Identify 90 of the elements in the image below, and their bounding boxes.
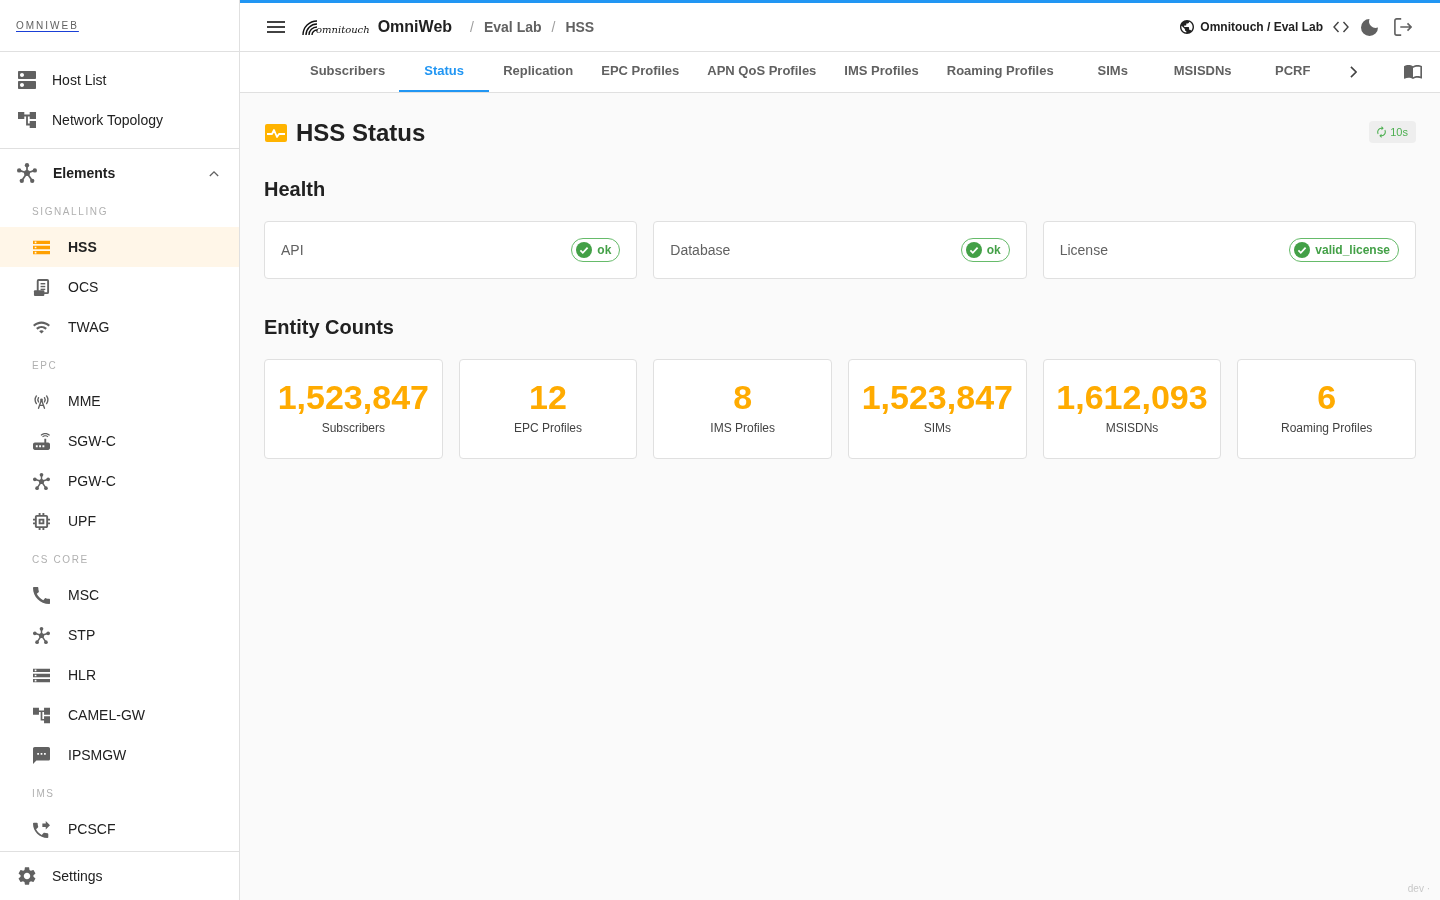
tab[interactable]: APN QoS Profiles [693,52,831,92]
nav-item[interactable]: HLR [0,655,239,695]
stat-value: 8 [733,376,753,417]
status-text: ok [986,242,1001,258]
receipt-icon [33,278,50,296]
status-text: valid_license [1315,242,1390,258]
globe-icon [1180,20,1195,34]
stat-value: 12 [529,376,567,417]
storage-icon [33,666,50,684]
nav-item[interactable]: Host List [0,60,239,100]
stat-label: EPC Profiles [513,419,582,436]
breadcrumb-separator: / [470,18,474,37]
nav-item[interactable]: HSS [0,227,239,267]
section-heading: Health [264,177,327,202]
menu-icon [267,21,285,33]
nav-item[interactable]: OCS [0,267,239,307]
breadcrumb-link[interactable]: Eval Lab [483,17,542,37]
status-text: ok [597,242,612,258]
hierarchy-icon [18,111,36,129]
antenna-icon [33,392,50,410]
brand-link[interactable]: OMNIWEB [16,18,79,33]
section-label: IMS [32,787,56,801]
health-label: API [281,241,304,260]
logo-text: omnitouch [316,25,370,35]
storage-icon [33,238,50,256]
stat-label: Roaming Profiles [1280,419,1373,436]
pulse-icon [265,124,287,142]
chevron-right-icon [1350,66,1358,78]
phone-icon [33,586,50,604]
nav-item[interactable]: MSC [0,575,239,615]
stat-label: Subscribers [321,419,385,436]
hierarchy-icon [33,706,50,724]
chat-bubble-icon [33,746,50,764]
tab[interactable]: IMS Profiles [830,52,933,92]
nav-group-header[interactable]: Elements [0,153,239,193]
app-title: OmniWeb [377,17,453,37]
section-heading: Entity Counts [264,315,395,340]
section-label: CS CORE [32,553,90,567]
stat-label: SIMs [923,419,951,436]
nav-item[interactable]: PCSCF [0,809,239,849]
tab[interactable]: Subscribers [296,52,400,92]
book-icon [1404,65,1422,79]
nav-item[interactable]: Settings [0,856,239,896]
code-button[interactable] [1333,21,1349,33]
section-label: SIGNALLING [32,205,110,219]
nav-item[interactable]: Network Topology [0,100,239,140]
tab[interactable]: Replication [489,52,588,92]
nav-item[interactable]: CAMEL-GW [0,695,239,735]
hub-icon [33,626,50,644]
hub-icon [17,163,37,183]
breadcrumb-link[interactable]: HSS [565,17,595,37]
stat-value: 1,523,847 [277,376,429,417]
nav-item[interactable]: PGW-C [0,461,239,501]
nav-item[interactable]: UPF [0,501,239,541]
breadcrumb-separator: / [551,18,556,37]
check-circle-icon [576,242,593,258]
stat-value: 1,523,847 [861,376,1013,417]
check-circle-icon [1294,242,1311,258]
tenant-selector[interactable]: Omnitouch / Eval Lab [1180,19,1323,35]
tab[interactable]: PCRF [1247,52,1338,92]
phone-forward-icon [33,820,50,838]
nav-item[interactable]: SGW-C [0,421,239,461]
tab[interactable]: SIMs [1067,52,1158,92]
hub-icon [33,472,50,490]
tab[interactable]: MSISDNs [1157,52,1248,92]
section-label: EPC [32,359,59,373]
health-label: License [1059,241,1108,260]
chip-icon [33,512,50,530]
page-title: HSS Status [296,118,426,148]
nav-item[interactable]: TWAG [0,307,239,347]
tab[interactable]: Roaming Profiles [932,52,1068,92]
check-circle-icon [965,242,982,258]
tab[interactable]: EPC Profiles [587,52,694,92]
server-icon [18,71,36,89]
settings-icon [18,867,36,885]
moon-icon [1361,18,1378,36]
stat-value: 1,612,093 [1056,376,1208,417]
stat-label: IMS Profiles [710,419,775,436]
logout-button[interactable] [1394,18,1412,36]
stat-label: MSISDNs [1105,419,1159,436]
nav-item[interactable]: STP [0,615,239,655]
health-label: Database [670,241,731,260]
logout-icon [1394,18,1412,36]
nav-item[interactable]: IPSMGW [0,735,239,775]
stat-value: 6 [1317,376,1337,417]
router-icon [33,432,50,450]
theme-button[interactable] [1361,18,1378,36]
refresh-icon [1377,126,1387,138]
code-icon [1333,21,1349,33]
nav-item[interactable]: MME [0,381,239,421]
